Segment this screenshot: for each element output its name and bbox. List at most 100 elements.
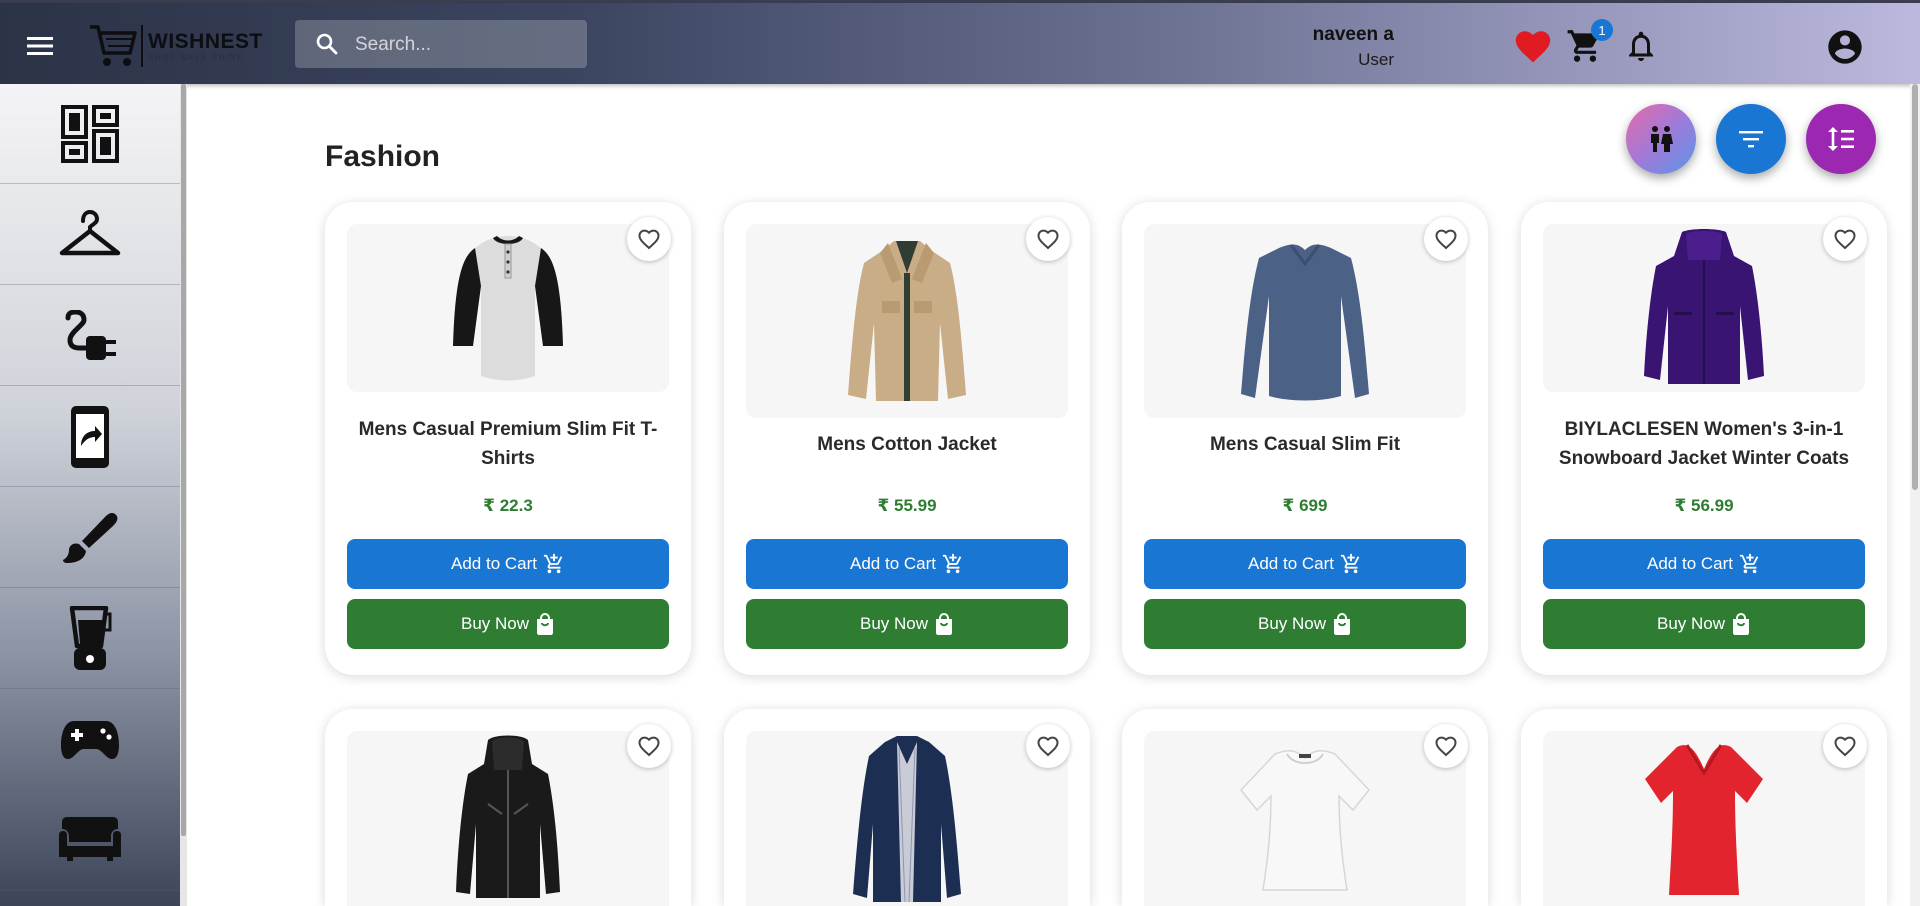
product-card[interactable] (325, 709, 691, 906)
gender-filter-button[interactable] (1626, 104, 1696, 174)
product-card[interactable]: Mens Cotton Jacket ₹ 55.99 Add to Cart B… (724, 202, 1090, 675)
account-circle-icon (1828, 30, 1862, 64)
tan-jacket-image (848, 241, 966, 401)
red-vneck-image (1645, 743, 1763, 895)
product-image[interactable] (746, 224, 1068, 418)
heart-icon (1515, 31, 1551, 63)
filter-list-icon (1739, 131, 1763, 148)
sidebar-scrollbar-thumb[interactable] (181, 84, 186, 836)
wishlist-toggle[interactable] (627, 724, 671, 768)
buy-now-button[interactable]: Buy Now (746, 599, 1068, 649)
black-leather-jacket-image (456, 735, 560, 898)
sort-icon (1828, 127, 1854, 151)
search-input[interactable]: Search... (355, 34, 431, 56)
buy-now-label: Buy Now (460, 614, 530, 633)
wishlist-toggle[interactable] (1424, 724, 1468, 768)
heart-outline-icon (1435, 736, 1457, 757)
add-to-cart-label: Add to Cart (1647, 554, 1733, 573)
add-to-cart-label: Add to Cart (1248, 554, 1334, 573)
search-icon (316, 33, 338, 55)
sidebar-item-furniture[interactable] (0, 791, 180, 891)
sidebar-item-gaming[interactable] (0, 690, 180, 790)
sort-button[interactable] (1806, 104, 1876, 174)
product-image[interactable] (347, 731, 669, 906)
product-card[interactable]: Mens Casual Premium Slim Fit T-Shirts ₹ … (325, 202, 691, 675)
wishlist-toggle[interactable] (1424, 217, 1468, 261)
search-box[interactable]: Search... (295, 20, 587, 68)
people-icon (1651, 126, 1673, 152)
dashboard-icon (61, 104, 119, 163)
notifications-button[interactable] (1620, 25, 1662, 67)
buy-now-button[interactable]: Buy Now (347, 599, 669, 649)
category-sidebar (0, 84, 180, 906)
brand-logo[interactable]: WISHNEST SHOP SAVE SHINE (88, 17, 263, 73)
white-top-image (1240, 749, 1370, 891)
sidebar-item-fashion[interactable] (0, 185, 180, 285)
product-card[interactable] (1122, 709, 1488, 906)
blender-icon (69, 605, 112, 670)
blue-longsleeve-image (1241, 244, 1369, 401)
navy-raincoat-image (853, 735, 961, 902)
sidebar-item-mobiles[interactable] (0, 387, 180, 487)
user-role: User (1358, 50, 1394, 69)
shopping-bag-icon (936, 613, 953, 635)
heart-outline-icon (1435, 229, 1457, 250)
sidebar-item-appliances[interactable] (0, 589, 180, 689)
product-price: ₹ 22.3 (483, 496, 533, 515)
wishlist-button[interactable] (1512, 25, 1554, 67)
product-card[interactable] (724, 709, 1090, 906)
hanger-icon (59, 209, 121, 255)
product-title: Mens Casual Slim Fit (1209, 433, 1401, 455)
heart-outline-icon (638, 736, 660, 757)
add-to-cart-button[interactable]: Add to Cart (1543, 539, 1865, 589)
wishlist-toggle[interactable] (1823, 724, 1867, 768)
wishlist-toggle[interactable] (1026, 724, 1070, 768)
page-title: Fashion (325, 140, 441, 173)
add-shopping-cart-icon (942, 553, 962, 574)
main-scrollbar-thumb[interactable] (1912, 84, 1918, 490)
add-to-cart-button[interactable]: Add to Cart (1144, 539, 1466, 589)
sidebar-item-dashboard[interactable] (0, 84, 180, 184)
add-to-cart-label: Add to Cart (451, 554, 537, 573)
buy-now-button[interactable]: Buy Now (1144, 599, 1466, 649)
logo-name: WISHNEST (148, 30, 263, 53)
sidebar-item-electronics[interactable] (0, 286, 180, 386)
logo-tagline: SHOP SAVE SHINE (148, 53, 245, 62)
product-card[interactable]: BIYLACLESEN Women's 3-in-1 Snowboard Jac… (1521, 202, 1887, 675)
product-image[interactable] (1543, 731, 1865, 906)
product-title: Mens Cotton Jacket (817, 433, 997, 455)
heart-outline-icon (1834, 229, 1856, 250)
product-image[interactable] (1144, 731, 1466, 906)
wishlist-toggle[interactable] (1823, 217, 1867, 261)
product-price: ₹ 55.99 (877, 496, 937, 515)
buy-now-label: Buy Now (1257, 614, 1327, 633)
add-shopping-cart-icon (1340, 553, 1360, 574)
product-card[interactable]: Mens Casual Slim Fit ₹ 699 Add to Cart B… (1122, 202, 1488, 675)
product-price: ₹ 56.99 (1674, 496, 1734, 515)
product-image[interactable] (347, 224, 669, 392)
raglan-tshirt-image (453, 236, 563, 381)
product-image[interactable] (1543, 224, 1865, 392)
menu-button[interactable] (22, 29, 58, 63)
shopping-bag-icon (537, 613, 554, 635)
sidebar-item-beauty[interactable] (0, 488, 180, 588)
account-button[interactable] (1825, 27, 1865, 67)
electronics-plug-icon (65, 309, 116, 360)
app-header: WISHNEST SHOP SAVE SHINE Search... 1 nav… (0, 3, 1920, 84)
buy-now-button[interactable]: Buy Now (1543, 599, 1865, 649)
product-image[interactable] (746, 731, 1068, 906)
bell-icon (1629, 31, 1653, 61)
filter-button[interactable] (1716, 104, 1786, 174)
product-title: Mens Casual Premium Slim Fit T-Shirts (358, 419, 658, 469)
heart-outline-icon (1037, 229, 1059, 250)
user-name: naveen a (1312, 24, 1394, 45)
add-to-cart-button[interactable]: Add to Cart (347, 539, 669, 589)
add-to-cart-button[interactable]: Add to Cart (746, 539, 1068, 589)
product-card[interactable] (1521, 709, 1887, 906)
wishlist-toggle[interactable] (627, 217, 671, 261)
product-image[interactable] (1144, 224, 1466, 418)
gamepad-icon (61, 720, 119, 759)
heart-outline-icon (1834, 736, 1856, 757)
wishlist-toggle[interactable] (1026, 217, 1070, 261)
add-shopping-cart-icon (1739, 553, 1759, 574)
